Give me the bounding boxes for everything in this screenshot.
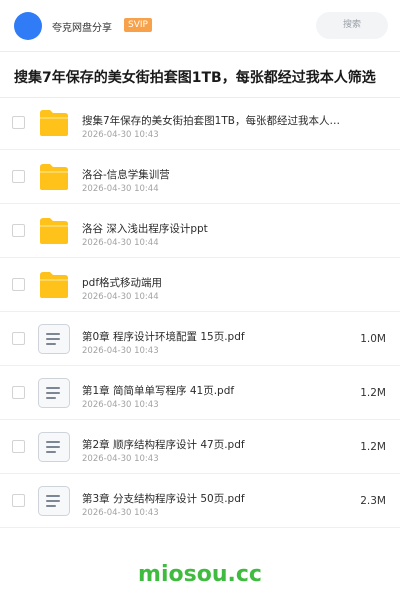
file-row[interactable]: 第2章 顺序结构程序设计 47页.pdf 2026-04-30 10:43 1.2M [0, 420, 400, 474]
file-date: 2026-04-30 10:44 [82, 184, 159, 194]
file-date: 2026-04-30 10:43 [82, 400, 159, 410]
share-title-bar: 搜集7年保存的美女街拍套图1TB，每张都经过我本人筛选 [0, 52, 400, 98]
file-row[interactable]: 洛谷-信息学集训营 2026-04-30 10:44 [0, 150, 400, 204]
file-date: 2026-04-30 10:43 [82, 454, 159, 464]
file-date: 2026-04-30 10:43 [82, 346, 159, 356]
file-name[interactable]: 搜集7年保存的美女街拍套图1TB，每张都经过我本人… [82, 113, 354, 128]
file-size: 2.3M [360, 495, 386, 507]
file-size: 1.0M [360, 333, 386, 345]
file-row[interactable]: 洛谷 深入浅出程序设计ppt 2026-04-30 10:44 [0, 204, 400, 258]
select-checkbox[interactable] [12, 386, 25, 399]
select-checkbox[interactable] [12, 170, 25, 183]
file-row[interactable]: 第3章 分支结构程序设计 50页.pdf 2026-04-30 10:43 2.3M [0, 474, 400, 528]
page-title: 搜集7年保存的美女街拍套图1TB，每张都经过我本人筛选 [14, 70, 376, 86]
folder-icon [38, 270, 70, 300]
file-date: 2026-04-30 10:44 [82, 292, 159, 302]
select-checkbox[interactable] [12, 116, 25, 129]
file-date: 2026-04-30 10:43 [82, 508, 159, 518]
file-size: 1.2M [360, 387, 386, 399]
file-name[interactable]: pdf格式移动端用 [82, 275, 354, 290]
svip-badge: SVIP [124, 18, 152, 32]
avatar[interactable] [14, 12, 42, 40]
file-row[interactable]: pdf格式移动端用 2026-04-30 10:44 [0, 258, 400, 312]
document-icon [38, 324, 70, 354]
file-name[interactable]: 第3章 分支结构程序设计 50页.pdf [82, 491, 354, 506]
folder-icon [38, 108, 70, 138]
folder-icon [38, 216, 70, 246]
file-name[interactable]: 洛谷 深入浅出程序设计ppt [82, 221, 354, 236]
file-row[interactable]: 第1章 简简单单写程序 41页.pdf 2026-04-30 10:43 1.2M [0, 366, 400, 420]
site-watermark: miosou.cc [138, 562, 262, 587]
select-checkbox[interactable] [12, 494, 25, 507]
select-checkbox[interactable] [12, 278, 25, 291]
select-checkbox[interactable] [12, 332, 25, 345]
file-name[interactable]: 第1章 简简单单写程序 41页.pdf [82, 383, 354, 398]
file-name[interactable]: 第0章 程序设计环境配置 15页.pdf [82, 329, 354, 344]
file-date: 2026-04-30 10:44 [82, 238, 159, 248]
search-input[interactable]: 搜索 [316, 12, 388, 39]
select-checkbox[interactable] [12, 224, 25, 237]
file-list: 搜集7年保存的美女街拍套图1TB，每张都经过我本人… 2026-04-30 10:… [0, 96, 400, 528]
file-date: 2026-04-30 10:43 [82, 130, 159, 140]
file-name[interactable]: 第2章 顺序结构程序设计 47页.pdf [82, 437, 354, 452]
file-size: 1.2M [360, 441, 386, 453]
document-icon [38, 432, 70, 462]
file-row[interactable]: 搜集7年保存的美女街拍套图1TB，每张都经过我本人… 2026-04-30 10:… [0, 96, 400, 150]
document-icon [38, 486, 70, 516]
select-checkbox[interactable] [12, 440, 25, 453]
file-name[interactable]: 洛谷-信息学集训营 [82, 167, 354, 182]
document-icon [38, 378, 70, 408]
top-bar: 夸克网盘分享 SVIP 搜索 [0, 0, 400, 52]
share-username: 夸克网盘分享 [52, 23, 112, 34]
file-row[interactable]: 第0章 程序设计环境配置 15页.pdf 2026-04-30 10:43 1.0M [0, 312, 400, 366]
folder-icon [38, 162, 70, 192]
